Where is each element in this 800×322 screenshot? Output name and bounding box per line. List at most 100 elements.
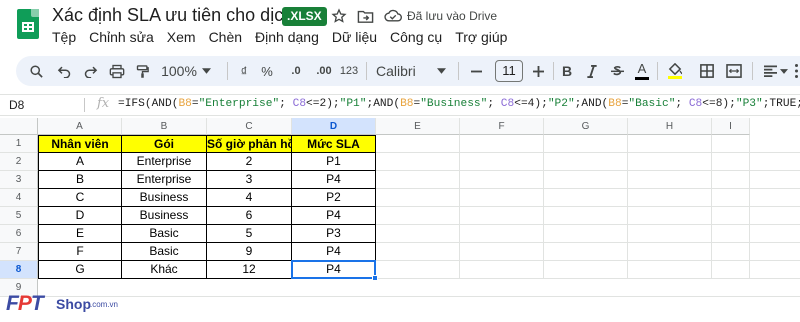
column-header-a[interactable]: A [38,118,122,135]
table-cell[interactable]: P1 [292,153,376,171]
column-header-d[interactable]: D [292,118,376,135]
header-cell[interactable]: Mức SLA [292,135,376,153]
menu-data[interactable]: Dữ liệu [332,28,377,48]
document-title[interactable]: Xác định SLA ưu tiên cho dịch vụ [52,5,317,26]
bold-button[interactable]: B [559,56,575,86]
menu-help[interactable]: Trợ giúp [455,28,507,48]
table-cell[interactable]: G [38,261,122,279]
table-cell[interactable]: C [38,189,122,207]
formula-input[interactable]: =IFS(AND(B8="Enterprise"; C8<=2);"P1";AN… [118,98,800,110]
header-cell[interactable]: Gói [122,135,207,153]
fill-handle[interactable] [372,275,378,281]
column-header-b[interactable]: B [122,118,207,135]
plus-icon[interactable] [530,56,546,86]
name-box[interactable]: D8 [0,95,80,115]
table-cell[interactable]: 4 [207,189,292,207]
row-header-4[interactable]: 4 [0,189,38,207]
table-cell[interactable]: Basic [122,225,207,243]
chevron-down-icon [437,68,446,74]
table-cell[interactable]: 2 [207,153,292,171]
text-color-icon[interactable]: A [634,56,650,86]
italic-icon[interactable] [584,56,600,86]
cloud-saved-icon[interactable] [383,6,403,26]
spreadsheet-grid[interactable]: A B C D E F G H I 1 2 3 4 5 6 7 8 9 Nhân viên Gói Số giờ phả… [0,118,800,297]
borders-icon[interactable] [698,56,716,86]
table-cell[interactable]: 3 [207,171,292,189]
column-header-f[interactable]: F [460,118,544,135]
formula-token: =IFS(AND( [118,98,179,110]
table-cell[interactable]: 6 [207,207,292,225]
table-cell[interactable]: D [38,207,122,225]
move-folder-icon[interactable] [355,6,375,26]
table-cell[interactable]: P4 [292,243,376,261]
select-all-corner[interactable] [0,118,38,135]
row-header-5[interactable]: 5 [0,207,38,225]
column-header-g[interactable]: G [544,118,628,135]
header-cell[interactable]: Nhân viên [38,135,122,153]
font-size-input[interactable]: 11 [495,60,523,82]
menu-view[interactable]: Xem [167,28,196,48]
font-select[interactable]: Calibri [376,56,446,86]
redo-icon[interactable] [80,56,100,86]
row-header-7[interactable]: 7 [0,243,38,261]
header-cell[interactable]: Số giờ phản hồi [207,135,292,153]
row-header-8[interactable]: 8 [0,261,38,279]
formula-token: ;AND( [574,98,609,110]
menu-insert[interactable]: Chèn [209,28,242,48]
table-cell[interactable]: P3 [292,225,376,243]
formula-token: ; [279,98,293,110]
column-header-c[interactable]: C [207,118,292,135]
table-cell[interactable]: 9 [207,243,292,261]
decrease-decimal-button[interactable]: .0 [286,56,306,86]
table-cell[interactable]: P2 [292,189,376,207]
active-cell-selection[interactable] [291,260,376,279]
row-header-1[interactable]: 1 [0,135,38,153]
fill-color-icon[interactable] [666,56,684,86]
merge-cells-icon[interactable] [723,56,745,86]
table-cell[interactable]: B [38,171,122,189]
increase-decimal-button[interactable]: .00 [313,56,335,86]
fpt-letter-t: T [30,292,44,315]
search-icon[interactable] [26,56,46,86]
table-cell[interactable]: Enterprise [122,153,207,171]
sheets-logo-icon[interactable] [17,9,39,39]
currency-format-button[interactable]: ₫ [236,56,252,86]
percent-format-button[interactable]: % [259,56,275,86]
menu-bar: Tệp Chỉnh sửa Xem Chèn Định dạng Dữ liệu… [52,28,520,48]
row-header-3[interactable]: 3 [0,171,38,189]
formula-token: <=4); [514,98,548,110]
more-icon[interactable] [792,56,800,86]
row-header-2[interactable]: 2 [0,153,38,171]
table-cell[interactable]: E [38,225,122,243]
zoom-select[interactable]: 100% [161,56,211,86]
column-header-i[interactable]: I [712,118,750,135]
table-cell[interactable]: Enterprise [122,171,207,189]
number-format-button[interactable]: 123 [338,56,360,86]
file-format-badge: .XLSX [282,7,327,26]
table-cell[interactable]: Basic [122,243,207,261]
menu-format[interactable]: Định dạng [255,28,319,48]
align-left-icon[interactable] [761,56,791,86]
table-cell[interactable]: P4 [292,171,376,189]
minus-icon[interactable] [468,56,484,86]
zoom-value: 100% [161,63,197,79]
table-cell[interactable]: Business [122,189,207,207]
table-cell[interactable]: Khác [122,261,207,279]
table-cell[interactable]: 12 [207,261,292,279]
table-cell[interactable]: A [38,153,122,171]
column-header-e[interactable]: E [376,118,460,135]
paint-format-icon[interactable] [132,56,152,86]
menu-edit[interactable]: Chỉnh sửa [89,28,154,48]
menu-tools[interactable]: Công cụ [390,28,442,48]
print-icon[interactable] [107,56,127,86]
table-cell[interactable]: 5 [207,225,292,243]
strikethrough-icon[interactable] [609,56,625,86]
row-header-6[interactable]: 6 [0,225,38,243]
table-cell[interactable]: P4 [292,207,376,225]
star-icon[interactable] [329,6,349,26]
menu-file[interactable]: Tệp [52,28,76,48]
table-cell[interactable]: F [38,243,122,261]
column-header-h[interactable]: H [628,118,712,135]
undo-icon[interactable] [54,56,74,86]
table-cell[interactable]: Business [122,207,207,225]
